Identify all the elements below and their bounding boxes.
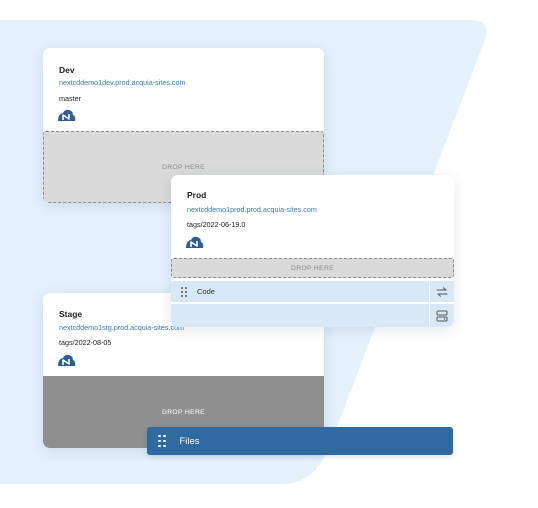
env-branch: master: [59, 94, 81, 103]
cloud-logo-icon: [186, 236, 204, 248]
env-url-link[interactable]: nextcddemo1dev.prod.acquia-sites.com: [59, 78, 186, 87]
code-row[interactable]: Code: [171, 280, 454, 303]
env-card-prod: Prod nextcddemo1prod.prod.acquia-sites.c…: [171, 175, 454, 327]
database-row[interactable]: [171, 304, 454, 327]
env-url-link[interactable]: nextcddemo1stg.prod.acquia-sites.com: [59, 323, 184, 332]
env-name: Dev: [59, 65, 75, 75]
drop-zone[interactable]: DROP HERE: [171, 258, 454, 278]
env-branch: tags/2022-08-05: [59, 338, 112, 347]
env-name: Stage: [59, 309, 83, 319]
server-icon[interactable]: [436, 310, 448, 322]
files-drag-item[interactable]: Files: [147, 427, 453, 455]
env-name: Prod: [187, 190, 207, 200]
drag-grip-icon[interactable]: [181, 286, 187, 297]
env-branch: tags/2022-06-19.0: [187, 220, 246, 229]
swap-arrows-icon[interactable]: [436, 286, 448, 297]
drag-grip-icon[interactable]: [158, 434, 166, 448]
files-label: Files: [179, 435, 200, 447]
code-row-label: Code: [197, 287, 215, 296]
cloud-logo-icon: [58, 354, 76, 366]
cloud-logo-icon: [58, 109, 76, 121]
env-url-link[interactable]: nextcddemo1prod.prod.acquia-sites.com: [187, 205, 317, 214]
